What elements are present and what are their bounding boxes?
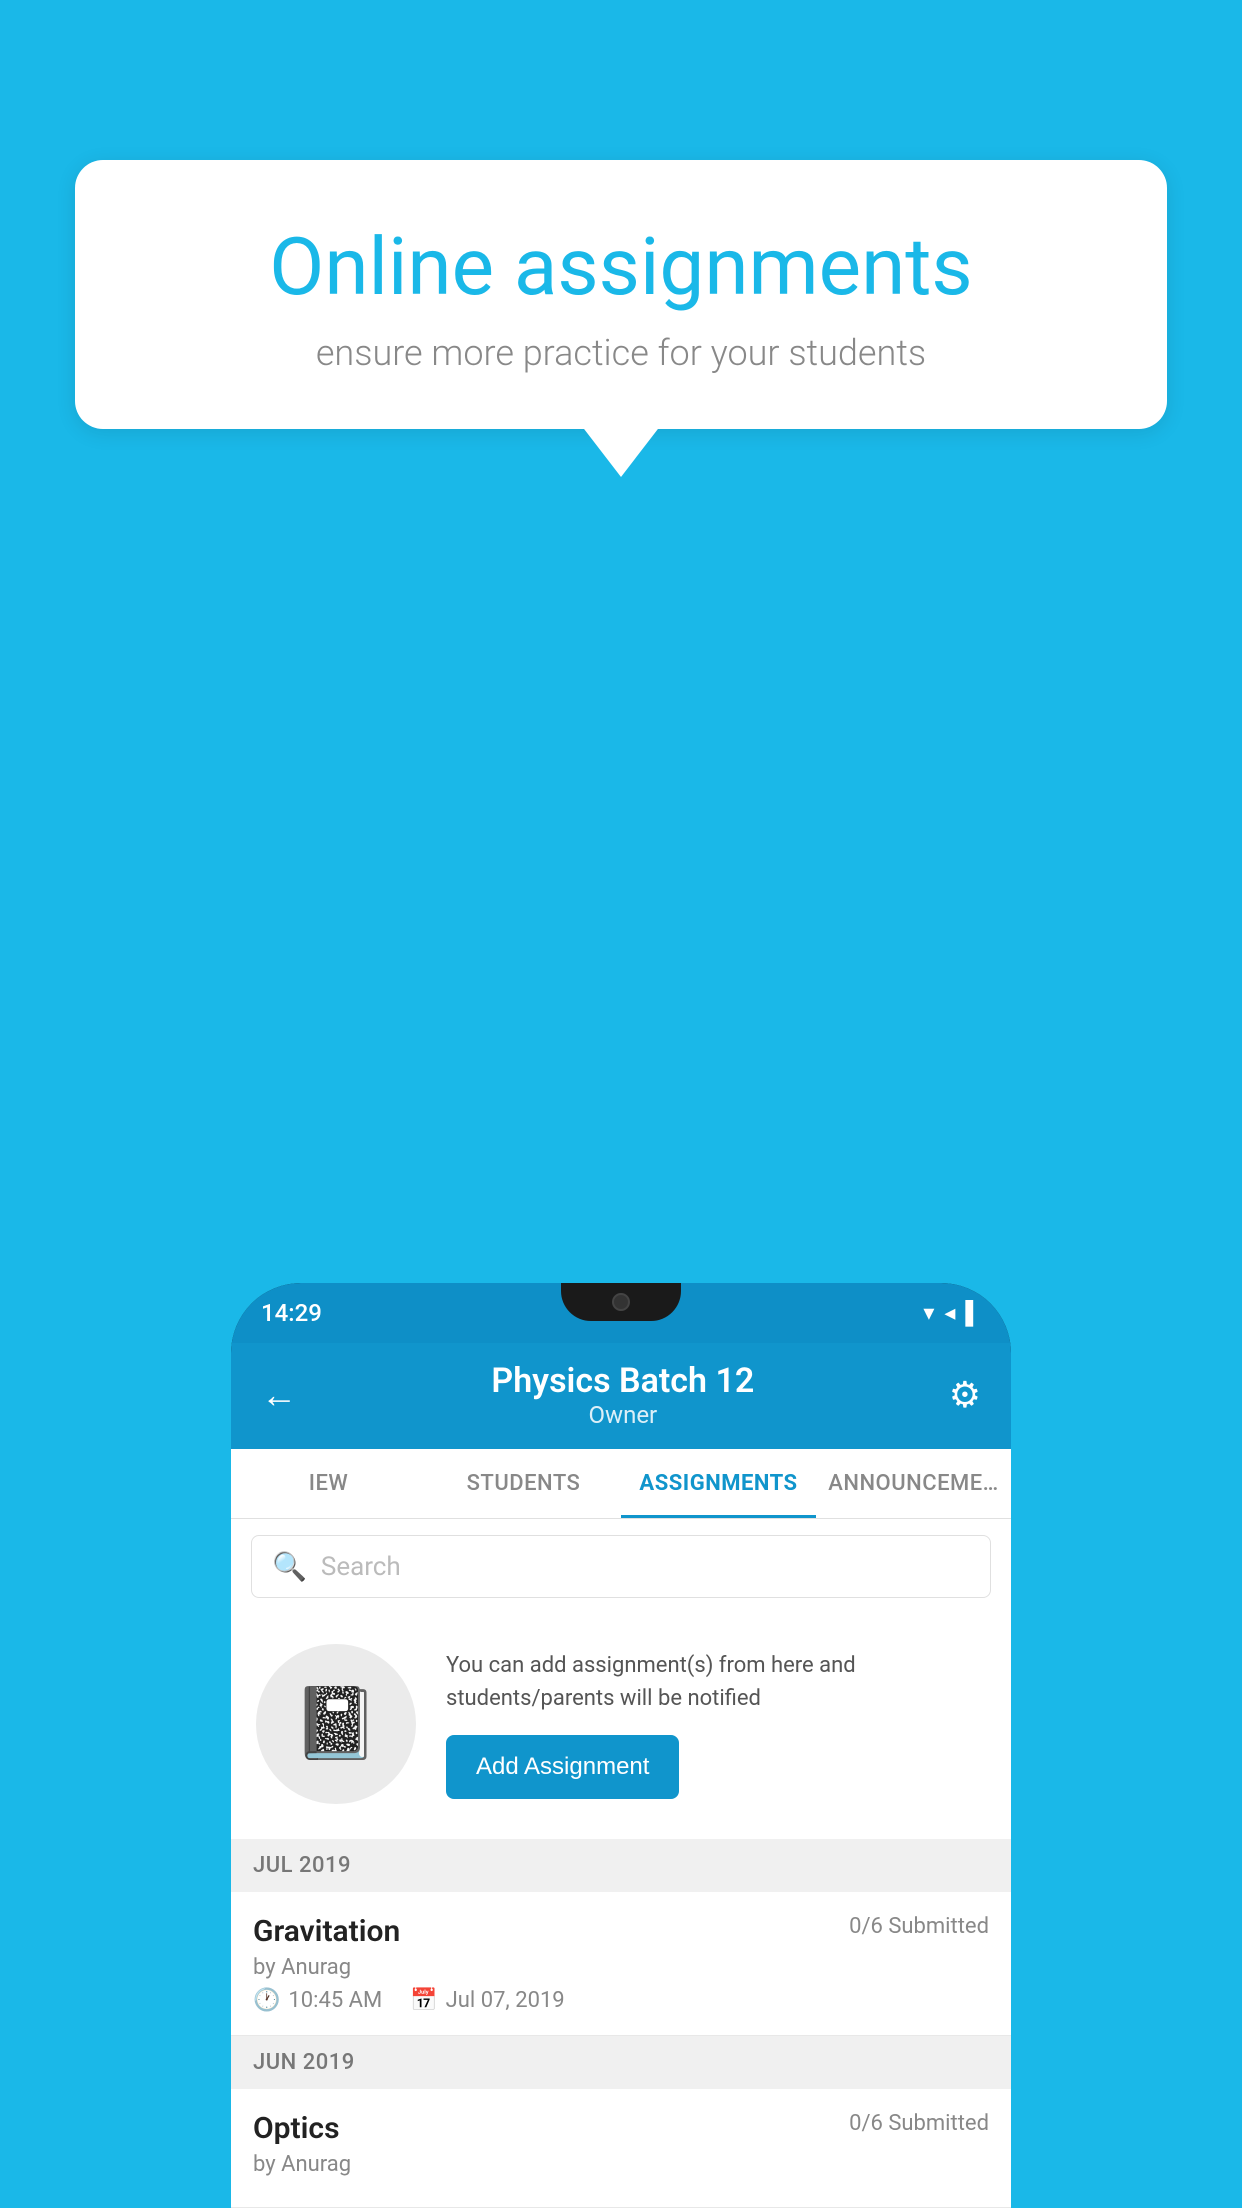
search-box[interactable]: 🔍 Search (251, 1535, 991, 1598)
assignment-title-optics: Optics (253, 2111, 340, 2146)
header-subtitle: Owner (491, 1401, 754, 1429)
assignment-author-optics: by Anurag (253, 2152, 989, 2177)
assignment-time-gravitation: 🕐 10:45 AM (253, 1988, 382, 2013)
assignment-row-title: Gravitation 0/6 Submitted (253, 1914, 989, 1949)
assignment-date-gravitation: 📅 Jul 07, 2019 (410, 1988, 564, 2013)
phone-wrapper: 14:29 ▾ ◂ ▌ ← Physics Batch 12 Owner ⚙ I… (231, 1283, 1011, 2208)
tab-announcements[interactable]: ANNOUNCEME… (816, 1449, 1011, 1518)
status-icons: ▾ ◂ ▌ (923, 1300, 981, 1326)
camera (612, 1293, 630, 1311)
assignment-item-optics[interactable]: Optics 0/6 Submitted by Anurag (231, 2089, 1011, 2208)
search-container: 🔍 Search (231, 1519, 1011, 1614)
clock-icon: 🕐 (253, 1988, 280, 2013)
assignment-submitted-optics: 0/6 Submitted (849, 2111, 989, 2136)
assignment-meta-gravitation: 🕐 10:45 AM 📅 Jul 07, 2019 (253, 1988, 989, 2013)
notch (561, 1283, 681, 1321)
phone: 14:29 ▾ ◂ ▌ ← Physics Batch 12 Owner ⚙ I… (231, 1283, 1011, 2208)
section-header-jun: JUN 2019 (231, 2036, 1011, 2089)
tabs-bar: IEW STUDENTS ASSIGNMENTS ANNOUNCEME… (231, 1449, 1011, 1519)
wifi-icon: ▾ (923, 1301, 934, 1326)
screen-content: 🔍 Search 📓 You can add assignment(s) fro… (231, 1519, 1011, 2208)
assignment-author-gravitation: by Anurag (253, 1955, 989, 1980)
assignment-title-gravitation: Gravitation (253, 1914, 400, 1949)
assignment-row-title-optics: Optics 0/6 Submitted (253, 2111, 989, 2146)
empty-description: You can add assignment(s) from here and … (446, 1649, 986, 1715)
tab-iew[interactable]: IEW (231, 1449, 426, 1518)
assignment-submitted-gravitation: 0/6 Submitted (849, 1914, 989, 1939)
add-assignment-button[interactable]: Add Assignment (446, 1735, 679, 1799)
notebook-icon: 📓 (292, 1683, 379, 1765)
status-bar: 14:29 ▾ ◂ ▌ (231, 1283, 1011, 1343)
status-time: 14:29 (261, 1299, 322, 1327)
app-header: ← Physics Batch 12 Owner ⚙ (231, 1343, 1011, 1449)
search-icon: 🔍 (272, 1550, 307, 1583)
speech-bubble: Online assignments ensure more practice … (75, 160, 1167, 429)
empty-content: You can add assignment(s) from here and … (446, 1649, 986, 1799)
header-center: Physics Batch 12 Owner (491, 1361, 754, 1429)
speech-bubble-title: Online assignments (145, 220, 1097, 314)
search-input[interactable]: Search (321, 1552, 401, 1582)
empty-icon-circle: 📓 (256, 1644, 416, 1804)
header-title: Physics Batch 12 (491, 1361, 754, 1401)
section-header-jul: JUL 2019 (231, 1839, 1011, 1892)
tab-assignments[interactable]: ASSIGNMENTS (621, 1449, 816, 1518)
signal-icon: ◂ (944, 1301, 955, 1326)
empty-state: 📓 You can add assignment(s) from here an… (231, 1614, 1011, 1839)
tab-students[interactable]: STUDENTS (426, 1449, 621, 1518)
speech-bubble-subtitle: ensure more practice for your students (145, 332, 1097, 374)
settings-icon[interactable]: ⚙ (949, 1374, 981, 1416)
back-button[interactable]: ← (261, 1374, 297, 1416)
speech-bubble-container: Online assignments ensure more practice … (75, 160, 1167, 429)
battery-icon: ▌ (965, 1300, 981, 1326)
calendar-icon: 📅 (410, 1988, 437, 2013)
assignment-item-gravitation[interactable]: Gravitation 0/6 Submitted by Anurag 🕐 10… (231, 1892, 1011, 2036)
